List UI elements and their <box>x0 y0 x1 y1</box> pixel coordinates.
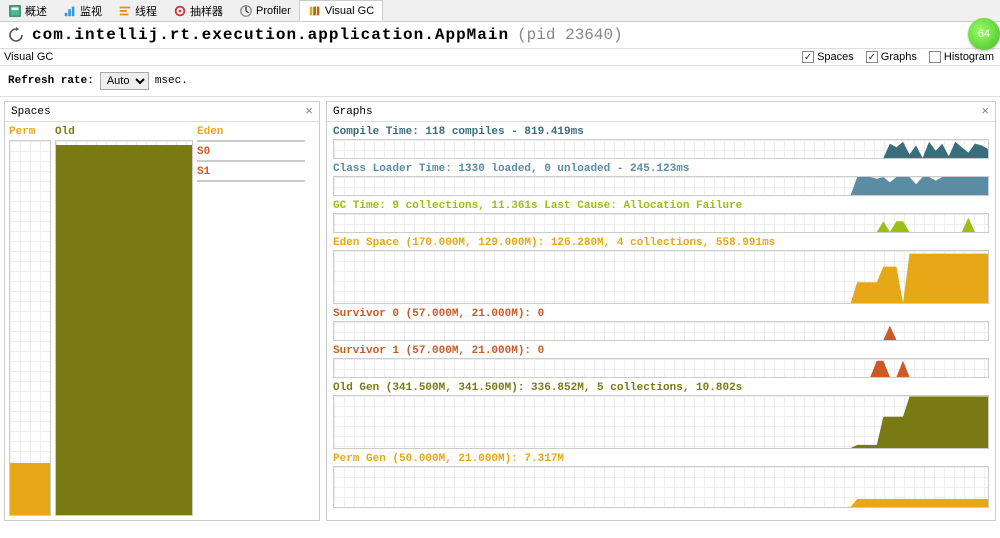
visualgc-icon <box>308 4 322 18</box>
profiler-icon <box>239 4 253 18</box>
tab-label: Visual GC <box>325 5 374 17</box>
tab-threads[interactable]: 线程 <box>110 0 165 21</box>
refresh-select[interactable]: Auto <box>100 72 149 90</box>
tab-profiler[interactable]: Profiler <box>231 0 299 21</box>
graph-area-gc <box>333 213 989 233</box>
tab-visualgc[interactable]: Visual GC <box>299 0 383 21</box>
graph-title-perm: Perm Gen (50.000M, 21.000M): 7.317M <box>333 453 989 465</box>
graph-area-eden <box>333 250 989 304</box>
space-s0-label: S0 <box>197 146 305 160</box>
tab-label: 监视 <box>80 3 102 19</box>
tab-bar: 概述 监视 线程 抽样器 Profiler Visual GC <box>0 0 1000 22</box>
space-eden-label: Eden <box>197 126 305 140</box>
tab-label: Profiler <box>256 5 291 17</box>
space-perm-box <box>9 140 51 516</box>
graph-title-compile: Compile Time: 118 compiles - 819.419ms <box>333 126 989 138</box>
graph-row-compile: Compile Time: 118 compiles - 819.419ms <box>333 126 989 159</box>
close-icon[interactable]: × <box>981 104 989 119</box>
graphs-panel: Graphs × Compile Time: 118 compiles - 81… <box>326 101 996 521</box>
refresh-icon[interactable] <box>8 27 24 43</box>
space-eden-box <box>197 140 305 142</box>
graph-area-s0 <box>333 321 989 341</box>
space-s1-label: S1 <box>197 166 305 180</box>
checkbox-graphs[interactable]: ✓ Graphs <box>866 51 917 63</box>
main-area: Spaces × Perm Old Eden <box>0 97 1000 525</box>
monitor-icon <box>63 4 77 18</box>
graphs-body: Compile Time: 118 compiles - 819.419ms Cl… <box>327 122 995 520</box>
graph-area-compile <box>333 139 989 159</box>
space-perm-fill <box>10 463 50 515</box>
tab-label: 抽样器 <box>190 3 223 19</box>
graph-title-eden: Eden Space (170.000M, 129.000M): 126.280… <box>333 237 989 249</box>
graph-area-loader <box>333 176 989 196</box>
graph-area-perm <box>333 466 989 508</box>
graph-row-perm: Perm Gen (50.000M, 21.000M): 7.317M <box>333 453 989 508</box>
checkbox-label: Spaces <box>817 51 854 63</box>
close-icon[interactable]: × <box>305 104 313 119</box>
refresh-label: Refresh rate: <box>8 75 94 87</box>
threads-icon <box>118 4 132 18</box>
graph-row-s1: Survivor 1 (57.000M, 21.000M): 0 <box>333 345 989 378</box>
tab-label: 线程 <box>135 3 157 19</box>
space-s0-box <box>197 160 305 162</box>
space-old-fill <box>56 145 192 515</box>
checkbox-label: Histogram <box>944 51 994 63</box>
space-old-label: Old <box>55 126 193 140</box>
tab-sampler[interactable]: 抽样器 <box>165 0 231 21</box>
refresh-row: Refresh rate: Auto msec. <box>0 66 1000 97</box>
checkbox-icon: ✓ <box>866 51 878 63</box>
graph-row-s0: Survivor 0 (57.000M, 21.000M): 0 <box>333 308 989 341</box>
graph-area-old <box>333 395 989 449</box>
title-row: com.intellij.rt.execution.application.Ap… <box>0 22 1000 48</box>
graph-row-gc: GC Time: 9 collections, 11.361s Last Cau… <box>333 200 989 233</box>
graph-row-eden: Eden Space (170.000M, 129.000M): 126.280… <box>333 237 989 304</box>
checkbox-label: Graphs <box>881 51 917 63</box>
space-perm-label: Perm <box>9 126 51 140</box>
spaces-panel-title: Spaces <box>11 106 51 118</box>
subheader-label: Visual GC <box>4 51 53 63</box>
tab-monitor[interactable]: 监视 <box>55 0 110 21</box>
graph-row-loader: Class Loader Time: 1330 loaded, 0 unload… <box>333 163 989 196</box>
arch-badge: 64 <box>968 18 1000 50</box>
space-old-box <box>55 140 193 516</box>
app-title: com.intellij.rt.execution.application.Ap… <box>32 26 509 44</box>
spaces-panel: Spaces × Perm Old Eden <box>4 101 320 521</box>
subheader: Visual GC ✓ Spaces ✓ Graphs Histogram <box>0 48 1000 66</box>
refresh-unit: msec. <box>155 75 188 87</box>
graph-title-loader: Class Loader Time: 1330 loaded, 0 unload… <box>333 163 989 175</box>
checkbox-spaces[interactable]: ✓ Spaces <box>802 51 854 63</box>
checkbox-histogram[interactable]: Histogram <box>929 51 994 63</box>
graph-title-s1: Survivor 1 (57.000M, 21.000M): 0 <box>333 345 989 357</box>
graph-title-old: Old Gen (341.500M, 341.500M): 336.852M, … <box>333 382 989 394</box>
tab-label: 概述 <box>25 3 47 19</box>
graph-title-s0: Survivor 0 (57.000M, 21.000M): 0 <box>333 308 989 320</box>
graph-title-gc: GC Time: 9 collections, 11.361s Last Cau… <box>333 200 989 212</box>
tab-overview[interactable]: 概述 <box>0 0 55 21</box>
overview-icon <box>8 4 22 18</box>
checkbox-icon <box>929 51 941 63</box>
graphs-panel-title: Graphs <box>333 106 373 118</box>
space-s1-box <box>197 180 305 182</box>
app-pid: (pid 23640) <box>517 26 623 44</box>
sampler-icon <box>173 4 187 18</box>
graph-row-old: Old Gen (341.500M, 341.500M): 336.852M, … <box>333 382 989 449</box>
checkbox-icon: ✓ <box>802 51 814 63</box>
graph-area-s1 <box>333 358 989 378</box>
